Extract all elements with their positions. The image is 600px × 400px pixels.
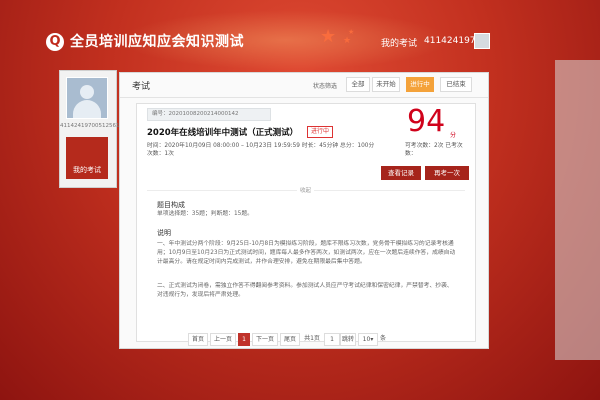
description-heading: 说明 <box>157 229 171 237</box>
sidebar-user-id: 411424197005125612 <box>60 123 123 129</box>
view-record-button[interactable]: 查看记录 <box>381 166 421 180</box>
structure-text: 单项选择题：35题；判断题：15题。 <box>157 211 253 217</box>
star-icon-small: ★ <box>343 36 352 46</box>
sidebar-item-label: 我的考试 <box>73 166 101 174</box>
filter-not-started-button[interactable]: 未开始 <box>372 77 400 92</box>
exam-score: 94 <box>407 104 446 139</box>
description-paragraph-2: 二、正式测试为闭卷，需独立作答不得翻阅参考资料。参加测试人员应严守考试纪律和保密… <box>157 283 453 298</box>
status-badge: 进行中 <box>307 126 334 138</box>
description-paragraph-1: 一、年中测试分两个阶段：9月25日-10月8日为模拟练习阶段，题库不限练习次数，… <box>157 241 456 265</box>
pager-current-page[interactable]: 1 <box>238 333 250 346</box>
pager-last-button[interactable]: 尾页 <box>280 333 300 346</box>
site-title: 全员培训应知应会知识测试 <box>70 34 244 50</box>
panel-title: 考试 <box>132 82 151 92</box>
filter-ended-button[interactable]: 已结束 <box>440 77 472 92</box>
pager-next-button[interactable]: 下一页 <box>252 333 278 346</box>
right-panel-edge <box>555 60 600 360</box>
header-my-exam-link[interactable]: 我的考试 <box>381 36 417 49</box>
retry-exam-button[interactable]: 再考一次 <box>425 166 469 180</box>
pager-jump-button[interactable]: 跳转 <box>340 333 356 346</box>
filter-all-button[interactable]: 全部 <box>346 77 370 92</box>
exam-attempt-info: 可考次数：2次 已考次数： <box>405 143 463 157</box>
pager-prev-button[interactable]: 上一页 <box>210 333 236 346</box>
pager-first-button[interactable]: 首页 <box>188 333 208 346</box>
filter-ongoing-button[interactable]: 进行中 <box>406 77 434 92</box>
collapse-toggle[interactable]: 收起 <box>297 186 315 194</box>
chevron-down-icon: ▾ <box>370 336 374 343</box>
star-icon-small: ★ <box>348 28 355 36</box>
star-icon: ★ <box>320 26 337 47</box>
status-filter-label: 状态筛选 <box>313 83 338 90</box>
score-unit: 分 <box>450 132 457 139</box>
per-page-unit: 条 <box>379 335 386 342</box>
sidebar-item-my-exam[interactable]: 我的考试 <box>66 137 108 179</box>
exam-panel: 考试 状态筛选 全部 未开始 进行中 已结束 编号：20201008200214… <box>119 72 489 349</box>
per-page-select[interactable]: 10▾ <box>358 333 378 346</box>
structure-heading: 题目构成 <box>157 201 185 209</box>
sidebar: 411424197005125612 我的考试 <box>59 70 123 188</box>
exam-meta: 时间：2020年10月09日 08:00:00 – 10月23日 19:59:5… <box>147 142 374 158</box>
exam-time-line: 时间：2020年10月09日 08:00:00 – 10月23日 19:59:5… <box>147 143 375 149</box>
site-header: Q 全员培训应知应会知识测试 ★ ★ ★ 我的考试 4114241970... <box>0 0 600 70</box>
exam-title: 2020年在线培训年中测试（正式测试） <box>147 128 299 138</box>
exam-attempts: 次数：1次 <box>147 151 174 157</box>
pager-goto-input[interactable]: 1 <box>324 333 340 346</box>
exam-card: 编号：20201008200214000142 2020年在线培训年中测试（正式… <box>136 103 476 342</box>
pager-total: 共1页 <box>304 335 320 342</box>
header-avatar[interactable] <box>474 33 490 49</box>
avatar <box>66 77 108 119</box>
search-logo-icon: Q <box>46 33 64 51</box>
divider <box>120 97 488 98</box>
exam-id: 编号：20201008200214000142 <box>147 108 271 121</box>
